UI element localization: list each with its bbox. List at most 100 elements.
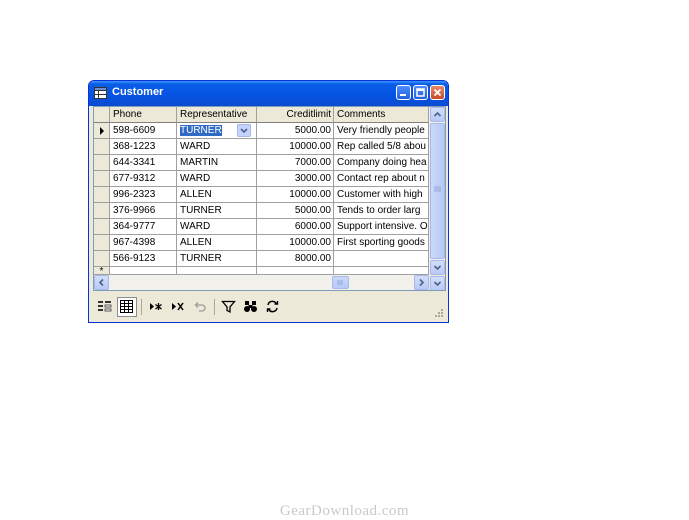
cell-creditlimit[interactable]: 7000.00 <box>257 155 334 171</box>
title-bar[interactable]: Customer <box>89 81 448 106</box>
form-view-button[interactable] <box>95 297 115 317</box>
chevron-down-icon <box>240 128 248 134</box>
cell-creditlimit[interactable]: 10000.00 <box>257 187 334 203</box>
scroll-left-button[interactable] <box>94 275 109 290</box>
find-button[interactable] <box>241 297 261 317</box>
row-selector[interactable] <box>94 123 110 139</box>
cell-comments[interactable]: First sporting goods <box>334 235 429 251</box>
representative-dropdown-button[interactable] <box>237 124 251 137</box>
cell-creditlimit[interactable]: 6000.00 <box>257 219 334 235</box>
selected-text: TURNER <box>180 125 222 136</box>
current-row-arrow-icon <box>100 127 104 135</box>
cell-phone[interactable]: 967-4398 <box>110 235 177 251</box>
cell-creditlimit[interactable]: 5000.00 <box>257 123 334 139</box>
filter-icon <box>221 300 236 314</box>
cell-phone[interactable]: 677-9312 <box>110 171 177 187</box>
cell-phone[interactable]: 376-9966 <box>110 203 177 219</box>
cell-comments[interactable]: Support intensive. O <box>334 219 429 235</box>
horizontal-scrollbar[interactable] <box>94 275 429 290</box>
cell-comments[interactable] <box>334 251 429 267</box>
add-record-icon <box>150 303 162 310</box>
cell-comments[interactable]: Contact rep about n <box>334 171 429 187</box>
cell-comments[interactable]: Rep called 5/8 abou <box>334 139 429 155</box>
cell-comments[interactable]: Customer with high <box>334 187 429 203</box>
delete-record-button[interactable] <box>168 297 188 317</box>
undo-button[interactable] <box>190 297 210 317</box>
cell-phone[interactable]: 598-6609 <box>110 123 177 139</box>
new-row-cell-representative[interactable] <box>177 267 257 275</box>
cell-representative[interactable]: TURNER <box>177 251 257 267</box>
cell-phone[interactable]: 566-9123 <box>110 251 177 267</box>
chevron-right-icon <box>419 278 425 287</box>
customer-window: Customer Phone Representative Creditlimi… <box>88 80 449 323</box>
cell-comments[interactable]: Company doing hea <box>334 155 429 171</box>
row-selector[interactable] <box>94 171 110 187</box>
cell-creditlimit[interactable]: 3000.00 <box>257 171 334 187</box>
cell-representative-editing[interactable]: TURNER <box>177 123 257 139</box>
new-row-cell-creditlimit[interactable] <box>257 267 334 275</box>
cell-representative[interactable]: WARD <box>177 219 257 235</box>
grid-view-button[interactable] <box>117 297 137 317</box>
cell-representative[interactable]: ALLEN <box>177 187 257 203</box>
form-view-icon <box>98 301 112 312</box>
cell-creditlimit[interactable]: 5000.00 <box>257 203 334 219</box>
horizontal-scroll-thumb[interactable] <box>332 276 349 289</box>
watermark: GearDownload.com <box>279 503 410 519</box>
maximize-button[interactable] <box>413 85 428 100</box>
row-selector[interactable] <box>94 235 110 251</box>
minimize-button[interactable] <box>396 85 411 100</box>
cell-phone[interactable]: 644-3341 <box>110 155 177 171</box>
cell-representative[interactable]: TURNER <box>177 203 257 219</box>
cell-representative[interactable]: ALLEN <box>177 235 257 251</box>
row-selector[interactable] <box>94 187 110 203</box>
row-selector[interactable] <box>94 251 110 267</box>
window-title: Customer <box>112 86 164 98</box>
cell-representative[interactable]: MARTIN <box>177 155 257 171</box>
add-record-button[interactable] <box>146 297 166 317</box>
toolbar-separator <box>141 299 142 315</box>
refresh-icon <box>266 300 279 313</box>
minimize-icon <box>400 94 406 96</box>
header-corner <box>94 107 110 123</box>
cell-representative[interactable]: WARD <box>177 139 257 155</box>
vertical-scroll-thumb[interactable] <box>430 123 445 259</box>
row-selector[interactable] <box>94 155 110 171</box>
scroll-down-button-vertical[interactable] <box>430 260 445 275</box>
find-icon <box>244 301 257 312</box>
filter-button[interactable] <box>219 297 239 317</box>
column-header-creditlimit[interactable]: Creditlimit <box>257 107 334 123</box>
customer-grid[interactable]: Phone Representative Creditlimit Comment… <box>93 106 446 291</box>
scroll-up-button[interactable] <box>430 107 445 122</box>
cell-creditlimit[interactable]: 8000.00 <box>257 251 334 267</box>
new-row-cell-comments[interactable] <box>334 267 429 275</box>
navigation-toolbar <box>93 294 446 320</box>
chevron-left-icon <box>98 278 104 287</box>
new-row-selector[interactable]: * <box>94 267 110 275</box>
new-row-cell-phone[interactable] <box>110 267 177 275</box>
resize-grip-icon[interactable] <box>434 308 444 318</box>
scroll-down-button[interactable] <box>430 276 445 290</box>
row-selector[interactable] <box>94 219 110 235</box>
cell-representative[interactable]: WARD <box>177 171 257 187</box>
cell-creditlimit[interactable]: 10000.00 <box>257 139 334 155</box>
refresh-button[interactable] <box>263 297 283 317</box>
cell-creditlimit[interactable]: 10000.00 <box>257 235 334 251</box>
column-header-comments[interactable]: Comments <box>334 107 429 123</box>
chevron-down-icon <box>433 281 442 287</box>
cell-phone[interactable]: 996-2323 <box>110 187 177 203</box>
column-header-representative[interactable]: Representative <box>177 107 257 123</box>
column-header-phone[interactable]: Phone <box>110 107 177 123</box>
delete-record-icon <box>172 302 184 311</box>
scroll-right-button[interactable] <box>414 275 429 290</box>
row-selector[interactable] <box>94 139 110 155</box>
row-selector[interactable] <box>94 203 110 219</box>
grid-view-icon <box>120 300 133 313</box>
grip-lines-icon <box>337 280 343 285</box>
cell-comments[interactable]: Tends to order larg <box>334 203 429 219</box>
grip-lines-icon <box>434 186 441 192</box>
cell-phone[interactable]: 364-9777 <box>110 219 177 235</box>
cell-phone[interactable]: 368-1223 <box>110 139 177 155</box>
cell-comments[interactable]: Very friendly people <box>334 123 429 139</box>
chevron-up-icon <box>433 111 442 117</box>
close-button[interactable] <box>430 85 445 100</box>
